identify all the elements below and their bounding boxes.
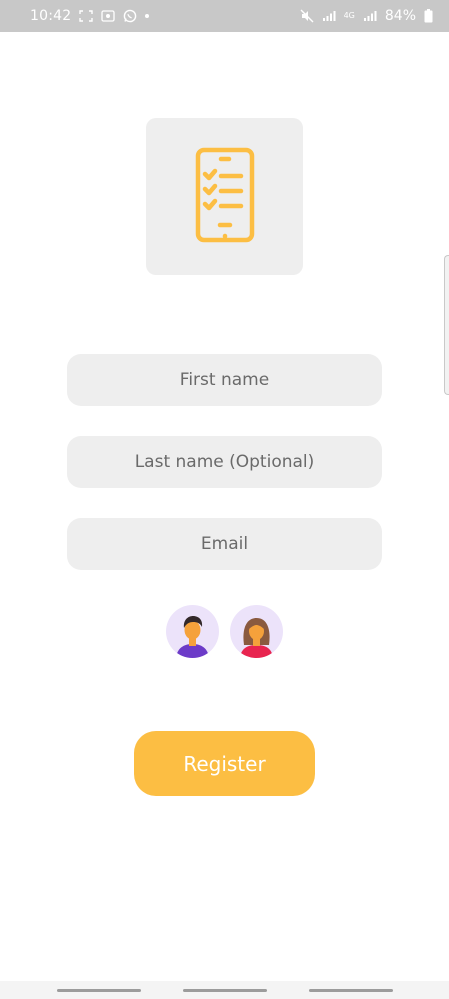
battery-percent: 84% xyxy=(384,8,416,24)
male-avatar-option[interactable] xyxy=(166,605,219,658)
checklist-clipboard-icon xyxy=(194,147,256,247)
edge-panel-handle[interactable] xyxy=(444,255,449,395)
battery-icon xyxy=(424,9,433,23)
signal-icon xyxy=(322,10,336,22)
network-type-badge: 4G xyxy=(343,11,355,20)
screenshot-icon xyxy=(79,10,94,22)
back-button[interactable] xyxy=(309,989,393,992)
signal-icon xyxy=(363,10,377,22)
register-button[interactable]: Register xyxy=(134,731,315,796)
navigation-bar xyxy=(0,981,449,999)
status-bar: 10:42 4G 84% xyxy=(0,0,449,32)
email-input[interactable] xyxy=(67,518,382,570)
home-button[interactable] xyxy=(183,989,267,992)
female-avatar-icon xyxy=(240,618,273,658)
status-right-group: 4G 84% xyxy=(300,8,433,24)
app-logo-tile xyxy=(146,118,303,275)
last-name-input[interactable] xyxy=(67,436,382,488)
male-avatar-icon xyxy=(176,616,209,658)
notification-dot-icon xyxy=(145,14,150,18)
recents-button[interactable] xyxy=(57,989,141,992)
first-name-input[interactable] xyxy=(67,354,382,406)
screen-record-icon xyxy=(101,10,116,22)
female-avatar-option[interactable] xyxy=(230,605,283,658)
whatsapp-icon xyxy=(123,9,137,23)
status-left-group: 10:42 xyxy=(30,8,150,24)
status-time: 10:42 xyxy=(30,8,72,24)
mute-icon xyxy=(300,9,314,23)
